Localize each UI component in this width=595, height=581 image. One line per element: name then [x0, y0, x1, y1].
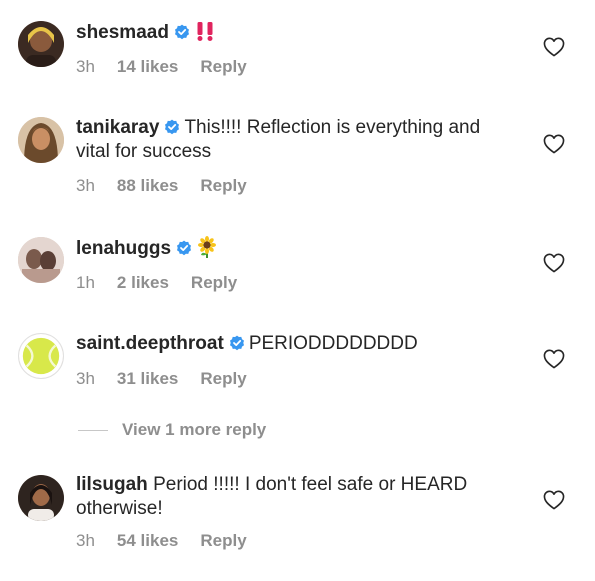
comment-body: lenahuggs	[76, 236, 516, 261]
comment-body: lilsugah Period !!!!! I don't feel safe …	[76, 473, 516, 521]
comment-likes[interactable]: 88 likes	[117, 176, 178, 195]
comment-meta: 3h 88 likes Reply	[76, 176, 269, 196]
comment-body: tanikaray This!!!! Reflection is everythi…	[76, 116, 516, 164]
comment-body: saint.deepthroat PERIODDDDDDDD	[76, 332, 516, 356]
comment-meta: 3h 14 likes Reply	[76, 57, 269, 77]
verified-badge-icon	[174, 24, 190, 40]
verified-badge-icon	[229, 335, 245, 351]
comment-username[interactable]: lenahuggs	[76, 238, 171, 259]
heart-outline-icon[interactable]	[543, 253, 565, 273]
comment-time: 3h	[76, 176, 95, 195]
sunflower-emoji	[196, 236, 218, 258]
comment-username[interactable]: saint.deepthroat	[76, 333, 224, 354]
replies-divider	[78, 429, 108, 431]
reply-button[interactable]: Reply	[200, 176, 246, 195]
heart-outline-icon[interactable]	[543, 349, 565, 369]
comment-username[interactable]: lilsugah	[76, 474, 148, 495]
reply-button[interactable]: Reply	[200, 369, 246, 388]
comment-time: 3h	[76, 369, 95, 388]
heart-outline-icon[interactable]	[543, 37, 565, 57]
reply-button[interactable]: Reply	[200, 57, 246, 76]
comment-time: 1h	[76, 273, 95, 292]
reply-button[interactable]: Reply	[200, 531, 246, 550]
comment-text: PERIODDDDDDDD	[248, 333, 418, 354]
comment-likes[interactable]: 2 likes	[117, 273, 169, 292]
view-more-replies[interactable]: View 1 more reply	[78, 419, 266, 441]
reply-button[interactable]: Reply	[191, 273, 237, 292]
comment-meta: 3h 54 likes Reply	[76, 531, 269, 551]
comment-username[interactable]: tanikaray	[76, 117, 159, 138]
avatar[interactable]	[18, 333, 64, 379]
comment-username[interactable]: shesmaad	[76, 22, 169, 43]
verified-badge-icon	[164, 119, 180, 135]
double-exclamation-emoji	[194, 20, 216, 42]
view-more-replies-label[interactable]: View 1 more reply	[122, 420, 266, 440]
verified-badge-icon	[176, 240, 192, 256]
avatar[interactable]	[18, 237, 64, 283]
comment-meta: 1h 2 likes Reply	[76, 273, 259, 293]
comment-likes[interactable]: 31 likes	[117, 369, 178, 388]
comment-meta: 3h 31 likes Reply	[76, 369, 269, 389]
comment-likes[interactable]: 54 likes	[117, 531, 178, 550]
comment-likes[interactable]: 14 likes	[117, 57, 178, 76]
heart-outline-icon[interactable]	[543, 134, 565, 154]
avatar[interactable]	[18, 21, 64, 67]
comment-time: 3h	[76, 531, 95, 550]
comment-body: shesmaad	[76, 20, 516, 45]
avatar[interactable]	[18, 475, 64, 521]
comment-time: 3h	[76, 57, 95, 76]
avatar[interactable]	[18, 117, 64, 163]
heart-outline-icon[interactable]	[543, 490, 565, 510]
